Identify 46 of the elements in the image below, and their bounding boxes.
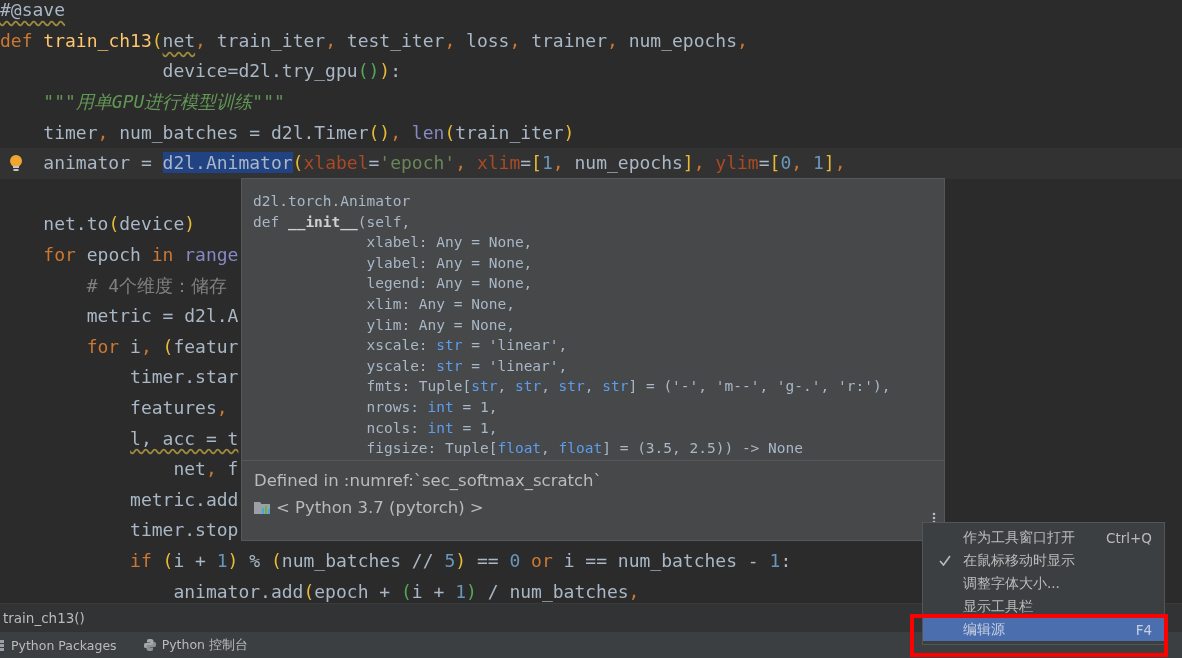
tool-window-tab[interactable]: Python Packages	[0, 637, 117, 653]
code-line: timer.star	[129, 365, 239, 390]
signature-line: yscale: str = 'linear',	[365, 356, 569, 376]
code-line: metric.add	[129, 487, 239, 512]
menu-item[interactable]: 作为工具窗口打开 Ctrl+Q	[923, 526, 1164, 549]
environment-link[interactable]: < Python 3.7 (pytorch) >	[276, 498, 484, 517]
code-line: """用单GPU进行模型训练"""	[42, 90, 285, 115]
code-line: timer.stop	[129, 518, 239, 543]
breadcrumb-item[interactable]: train_ch13()	[3, 609, 85, 626]
code-line: if (i + 1) % (num_batches // 5) == 0 or i == num_batches - 1:	[129, 549, 792, 573]
code-line: features,	[129, 396, 228, 420]
signature-line: figsize: Tuple[float, float] = (3.5, 2.5)) -> None	[365, 439, 804, 459]
signature-line: ncols: int = 1,	[365, 418, 499, 438]
code-line: #@save	[0, 0, 66, 23]
code-line: animator = d2l.Animator(xlabel='epoch', xlim=[1, num_epochs], ylim=[0, 1],	[42, 151, 846, 176]
menu-item[interactable]: 显示工具栏	[923, 595, 1164, 618]
signature-line: ylim: Any = None,	[365, 315, 516, 335]
menu-item[interactable]: 在鼠标移动时显示	[923, 549, 1164, 572]
signature-line: nrows: int = 1,	[365, 397, 499, 417]
signature-line: d2l.torch.Animator	[253, 192, 412, 211]
signature-line: def __init__(self,	[253, 212, 412, 233]
python-sdk-icon	[254, 500, 272, 515]
signature-line: legend: Any = None,	[365, 274, 534, 294]
signature-line: xlabel: Any = None,	[365, 233, 534, 253]
code-line: def train_ch13(net, train_iter, test_iter, loss, trainer, num_epochs,	[0, 28, 748, 53]
signature-line: ylabel: Any = None,	[365, 253, 534, 273]
code-line: net.to(device)	[42, 212, 196, 237]
code-line: net, f	[172, 457, 239, 482]
menu-item[interactable]: 编辑源 F4	[923, 618, 1164, 641]
defined-in-text: Defined in :numref:`sec_softmax_scratch`	[254, 471, 603, 490]
code-line: timer, num_batches = d2l.Timer(), len(train_iter)	[42, 120, 575, 145]
signature-line: fmts: Tuple[str, str, str, str] = ('-', 'm--', 'g-.', 'r:'),	[365, 377, 892, 397]
lightbulb-icon[interactable]	[8, 153, 24, 172]
code-line: for i, (featur	[85, 334, 239, 359]
signature-line: xscale: str = 'linear',	[365, 336, 569, 356]
tool-window-tab[interactable]: Python 控制台	[142, 636, 248, 654]
code-line: l, acc = t	[129, 426, 239, 451]
python-icon	[142, 638, 157, 652]
signature-line: xlim: Any = None,	[365, 294, 516, 314]
code-line: # 4个维度：储存	[85, 273, 228, 298]
code-line: metric = d2l.A	[85, 304, 239, 329]
code-line: for epoch in range	[42, 243, 239, 268]
menu-item[interactable]: 调整字体大小...	[923, 572, 1164, 595]
code-line: device=d2l.try_gpu()):	[161, 59, 401, 84]
code-line: animator.add(epoch + (i + 1) / num_batches,	[172, 579, 640, 603]
packages-icon	[0, 638, 6, 652]
